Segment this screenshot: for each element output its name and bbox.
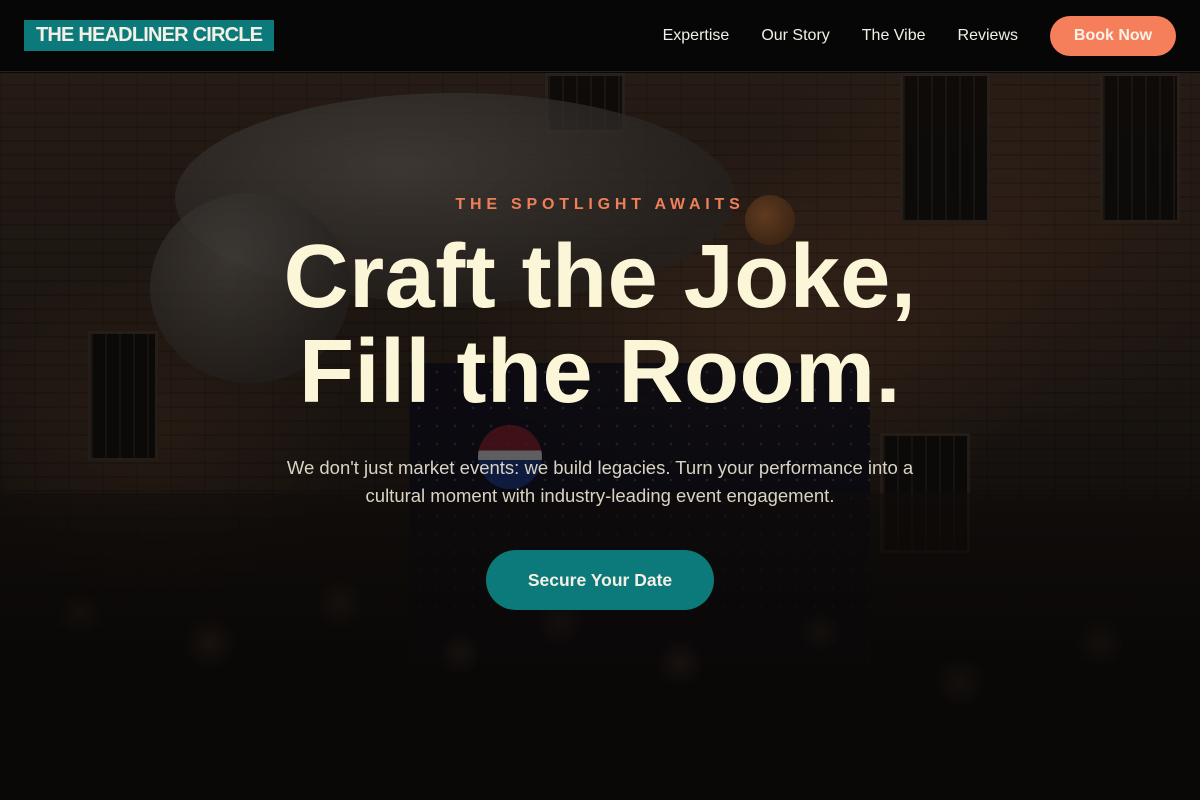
brand-logo[interactable]: THE HEADLINER CIRCLE [24, 20, 275, 51]
secure-your-date-button[interactable]: Secure Your Date [486, 550, 714, 610]
nav-link-reviews[interactable]: Reviews [958, 27, 1018, 45]
primary-nav: Expertise Our Story The Vibe Reviews Boo… [663, 15, 1176, 56]
hero-headline: Craft the Joke, Fill the Room. [284, 230, 917, 420]
hero-content: THE SPOTLIGHT AWAITS Craft the Joke, Fil… [0, 73, 1200, 800]
nav-link-expertise[interactable]: Expertise [663, 27, 730, 45]
top-navbar: THE HEADLINER CIRCLE Expertise Our Story… [0, 0, 1200, 72]
hero-subtitle: We don't just market events: we build le… [286, 457, 914, 506]
hero-headline-line1: Craft the Joke, [283, 227, 917, 327]
hero-eyebrow: THE SPOTLIGHT AWAITS [455, 196, 745, 213]
book-now-button[interactable]: Book Now [1050, 15, 1176, 56]
hero-headline-line2: Fill the Room. [299, 322, 901, 422]
nav-link-our-story[interactable]: Our Story [761, 27, 829, 45]
nav-link-the-vibe[interactable]: The Vibe [862, 27, 926, 45]
